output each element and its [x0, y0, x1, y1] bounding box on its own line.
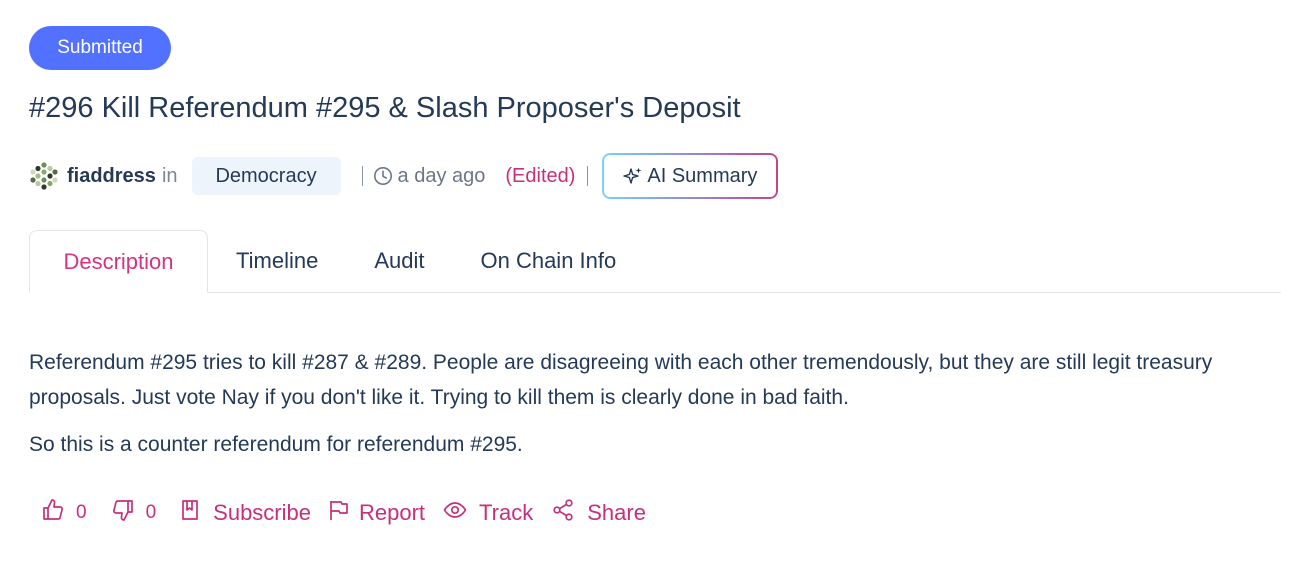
- avatar-identicon[interactable]: [29, 161, 59, 191]
- divider: [361, 166, 363, 186]
- ai-summary-label: AI Summary: [647, 164, 758, 187]
- dislike-button[interactable]: 0: [111, 498, 157, 528]
- subscribe-label: Subscribe: [213, 500, 311, 525]
- tab-audit[interactable]: Audit: [346, 230, 452, 292]
- description-paragraph: Referendum #295 tries to kill #287 & #28…: [29, 351, 1213, 409]
- report-label: Report: [359, 500, 426, 525]
- clock-icon: [373, 166, 393, 186]
- post-time: a day ago: [397, 164, 486, 187]
- flag-icon: [327, 498, 351, 528]
- report-button[interactable]: Report: [327, 498, 425, 528]
- share-label: Share: [587, 500, 646, 525]
- tab-timeline[interactable]: Timeline: [208, 230, 346, 292]
- thumbs-up-icon: [41, 498, 65, 528]
- sparkle-icon: [623, 166, 643, 186]
- track-label: Track: [479, 500, 534, 525]
- subscribe-button[interactable]: Subscribe: [178, 498, 311, 528]
- tab-bar: Description Timeline Audit On Chain Info: [29, 230, 1281, 293]
- status-badge: Submitted: [29, 26, 171, 70]
- share-button[interactable]: Share: [551, 498, 646, 528]
- bookmark-icon: [178, 498, 202, 528]
- thumbs-down-icon: [111, 498, 135, 528]
- track-button[interactable]: Track: [443, 498, 533, 528]
- description-paragraph: So this is a counter referendum for refe…: [29, 433, 523, 456]
- edited-label[interactable]: (Edited): [505, 165, 575, 188]
- post-meta: fiaddress in Democracy a day ago (Edited…: [29, 153, 779, 199]
- share-icon: [551, 498, 575, 528]
- divider: [587, 166, 589, 186]
- dislike-count: 0: [145, 502, 157, 523]
- topic-tag[interactable]: Democracy: [191, 157, 341, 195]
- post-actions: 0 0 Subscribe Report Track Share: [29, 495, 646, 531]
- post-description: Referendum #295 tries to kill #287 & #28…: [29, 345, 1279, 462]
- tab-on-chain-info[interactable]: On Chain Info: [452, 230, 644, 292]
- in-label: in: [161, 164, 178, 187]
- like-count: 0: [76, 502, 87, 523]
- eye-icon: [443, 498, 467, 528]
- author-name[interactable]: fiaddress: [67, 165, 156, 188]
- page-title: #296 Kill Referendum #295 & Slash Propos…: [29, 92, 741, 124]
- ai-summary-button[interactable]: AI Summary: [602, 153, 779, 199]
- like-button[interactable]: 0: [41, 498, 87, 528]
- tab-description[interactable]: Description: [29, 230, 208, 293]
